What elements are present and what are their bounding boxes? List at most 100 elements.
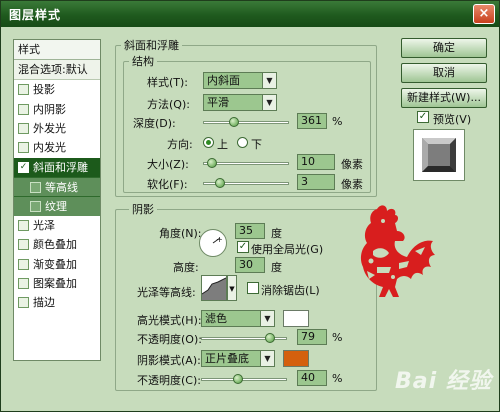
depth-label: 深度(D): <box>133 117 176 130</box>
style-item-label: 等高线 <box>45 180 78 194</box>
technique-value: 平滑 <box>207 96 229 109</box>
highlight-opacity-handle[interactable] <box>265 333 275 343</box>
soften-slider-handle[interactable] <box>215 178 225 188</box>
styles-list: 样式 混合选项:默认 投影 内阴影 外发光 内发光 ✓ 斜面和浮雕 等高线 纹理 … <box>13 39 101 361</box>
style-item-pattern-overlay[interactable]: 图案叠加 <box>14 274 100 293</box>
altitude-unit: 度 <box>271 261 282 274</box>
styles-header[interactable]: 样式 <box>14 40 100 60</box>
structure-group-title: 结构 <box>129 53 157 69</box>
style-item-stroke[interactable]: 描边 <box>14 293 100 312</box>
direction-down-label: 下 <box>251 138 262 151</box>
dialog-title: 图层样式 <box>9 8 62 22</box>
bevel-group-title: 斜面和浮雕 <box>121 37 182 53</box>
checkbox[interactable] <box>30 201 41 213</box>
checkbox[interactable] <box>18 103 29 115</box>
highlight-mode-label: 高光模式(H): <box>137 314 202 327</box>
highlight-mode-value: 滤色 <box>205 312 227 325</box>
preview-checkbox[interactable]: ✓ <box>417 111 429 123</box>
checkbox[interactable] <box>18 84 29 96</box>
chevron-down-icon: ▼ <box>262 73 276 88</box>
shadow-mode-value: 正片叠底 <box>205 352 249 365</box>
angle-input[interactable]: 35 <box>235 223 265 239</box>
svg-text:+: + <box>216 235 223 244</box>
title-bar[interactable]: 图层样式 × <box>1 1 499 27</box>
style-item-label: 图案叠加 <box>33 277 77 291</box>
close-button[interactable]: × <box>473 4 495 24</box>
soften-label: 软化(F): <box>147 178 188 191</box>
highlight-opacity-input[interactable]: 79 <box>297 329 327 345</box>
style-item-texture[interactable]: 纹理 <box>14 196 100 216</box>
bevel-preview-icon <box>422 138 456 172</box>
size-unit: 像素 <box>341 158 363 171</box>
checkbox[interactable] <box>18 239 29 251</box>
technique-dropdown[interactable]: 平滑 ▼ <box>203 94 277 111</box>
blending-options-item[interactable]: 混合选项:默认 <box>14 60 100 80</box>
shadow-opacity-handle[interactable] <box>233 374 243 384</box>
style-item-label: 光泽 <box>33 218 55 232</box>
angle-unit: 度 <box>271 227 282 240</box>
global-light-label: 使用全局光(G) <box>251 243 324 256</box>
layer-style-dialog: 图层样式 × 样式 混合选项:默认 投影 内阴影 外发光 内发光 ✓ 斜面和浮雕 … <box>0 0 500 412</box>
style-item-label: 外发光 <box>33 121 66 135</box>
checkbox[interactable] <box>18 122 29 134</box>
angle-dial[interactable]: + <box>199 229 227 257</box>
shadow-opacity-label: 不透明度(C): <box>137 374 201 387</box>
style-item-bevel-emboss[interactable]: ✓ 斜面和浮雕 <box>14 157 100 177</box>
checkbox[interactable] <box>18 278 29 290</box>
style-item-inner-shadow[interactable]: 内阴影 <box>14 99 100 118</box>
chevron-down-icon: ▼ <box>262 95 276 110</box>
depth-slider-handle[interactable] <box>229 117 239 127</box>
style-item-label: 斜面和浮雕 <box>33 160 88 174</box>
ok-button[interactable]: 确定 <box>401 38 487 58</box>
highlight-color-swatch[interactable] <box>283 310 309 327</box>
checkbox[interactable] <box>18 297 29 309</box>
shadow-color-swatch[interactable] <box>283 350 309 367</box>
shadow-mode-dropdown[interactable]: 正片叠底 ▼ <box>201 350 275 367</box>
style-item-label: 颜色叠加 <box>33 238 77 252</box>
style-preview-thumbnail <box>413 129 465 181</box>
shadow-opacity-track[interactable] <box>201 378 287 381</box>
depth-unit: % <box>332 115 343 128</box>
depth-slider-track[interactable] <box>203 121 289 124</box>
style-item-inner-glow[interactable]: 内发光 <box>14 138 100 157</box>
direction-label: 方向: <box>167 138 193 151</box>
checkbox[interactable] <box>30 181 41 193</box>
size-label: 大小(Z): <box>147 158 189 171</box>
style-item-gradient-overlay[interactable]: 渐变叠加 <box>14 255 100 274</box>
global-light-checkbox[interactable]: ✓ <box>237 241 249 253</box>
style-item-color-overlay[interactable]: 颜色叠加 <box>14 235 100 254</box>
cancel-button[interactable]: 取消 <box>401 63 487 83</box>
gloss-contour-picker[interactable] <box>201 275 227 301</box>
chevron-down-icon: ▼ <box>229 285 235 293</box>
checkbox[interactable] <box>18 258 29 270</box>
altitude-label: 高度: <box>173 261 199 274</box>
style-item-label: 投影 <box>33 83 55 97</box>
baidu-watermark: Bai 经验 <box>395 369 492 394</box>
highlight-mode-dropdown[interactable]: 滤色 ▼ <box>201 310 275 327</box>
size-slider-handle[interactable] <box>207 158 217 168</box>
gloss-contour-dropdown[interactable]: ▼ <box>227 275 237 301</box>
depth-input[interactable]: 361 <box>297 113 327 129</box>
style-item-outer-glow[interactable]: 外发光 <box>14 119 100 138</box>
style-dropdown[interactable]: 内斜面 ▼ <box>203 72 277 89</box>
style-item-satin[interactable]: 光泽 <box>14 216 100 235</box>
shadow-opacity-unit: % <box>332 372 343 385</box>
new-style-button[interactable]: 新建样式(W)... <box>401 88 487 108</box>
direction-up-radio[interactable] <box>203 137 214 148</box>
style-item-contour[interactable]: 等高线 <box>14 176 100 197</box>
anti-aliased-checkbox[interactable] <box>247 282 259 294</box>
style-item-label: 内发光 <box>33 141 66 155</box>
checkbox[interactable] <box>18 142 29 154</box>
soften-input[interactable]: 3 <box>297 174 335 190</box>
checkbox-checked[interactable]: ✓ <box>18 161 29 173</box>
style-label: 样式(T): <box>147 76 189 89</box>
shading-group-title: 阴影 <box>129 201 157 217</box>
style-item-label: 描边 <box>33 296 55 310</box>
size-input[interactable]: 10 <box>297 154 335 170</box>
direction-down-radio[interactable] <box>237 137 248 148</box>
shadow-opacity-input[interactable]: 40 <box>297 370 327 386</box>
altitude-input[interactable]: 30 <box>235 257 265 273</box>
checkbox[interactable] <box>18 219 29 231</box>
direction-up-label: 上 <box>217 138 228 151</box>
style-item-drop-shadow[interactable]: 投影 <box>14 80 100 99</box>
